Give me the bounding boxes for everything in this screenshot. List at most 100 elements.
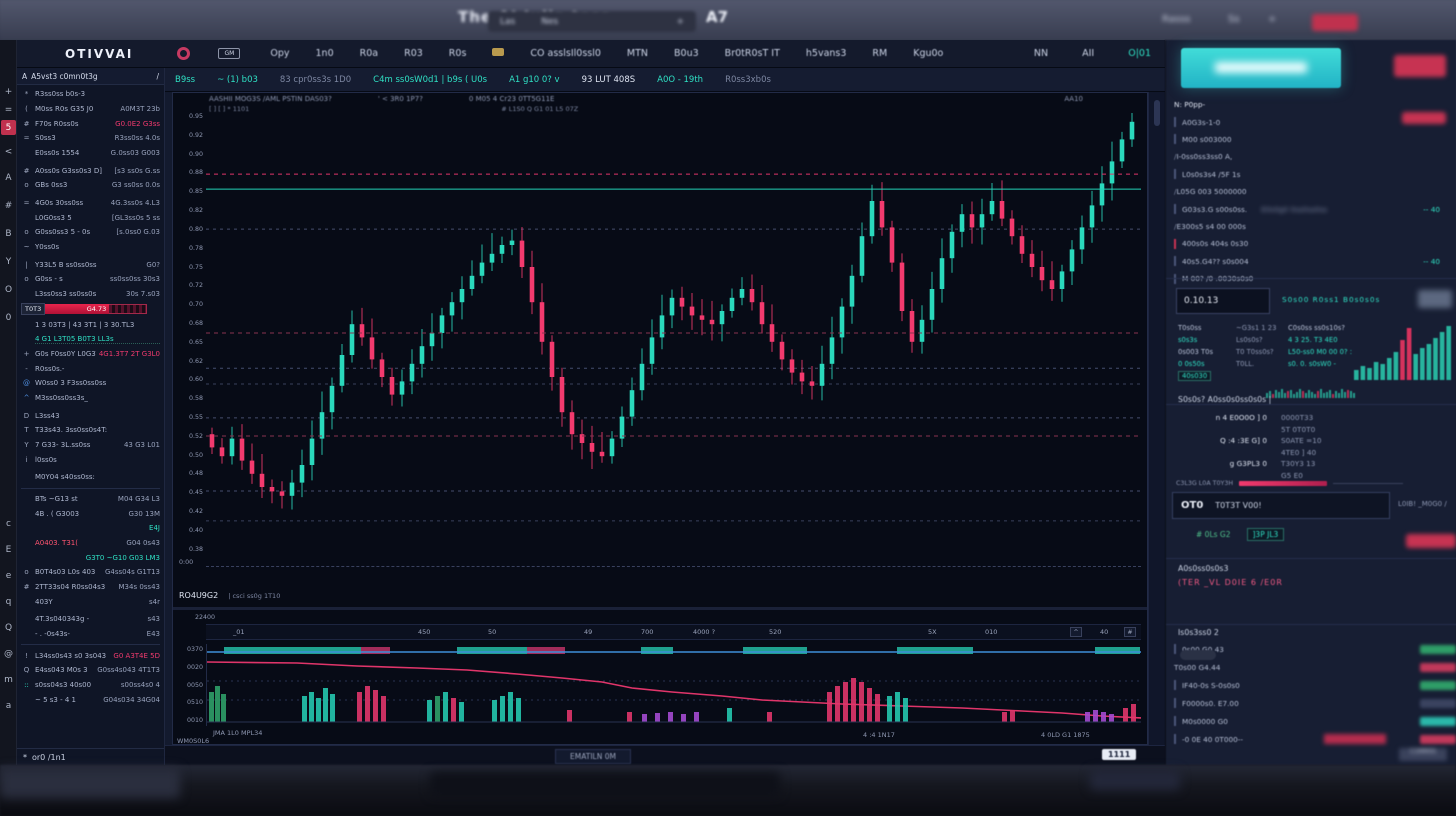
watchlist-row[interactable]: oG0ss - sss0ss0ss 30s3 (21, 273, 160, 286)
interval-row[interactable]: IF40-0s S-0s0s0 (1174, 676, 1450, 694)
watchlist-row[interactable]: oGBs 0ss3G3 ss0ss 0.0s (21, 179, 160, 192)
collapsed-pill[interactable] (1180, 650, 1216, 660)
watchlist-row[interactable]: -R0ss0s.- (21, 362, 160, 375)
interval-status-pill[interactable] (1420, 717, 1456, 726)
omnibox-item[interactable]: Nes (541, 17, 558, 27)
pitchfork-icon[interactable]: Y (1, 254, 16, 269)
browser-menu-item[interactable]: Ss (1228, 14, 1240, 25)
toolbar-menu-item[interactable]: MTN (627, 48, 648, 59)
panel-menu-item[interactable]: / E300s5 s4 00 000s (1174, 218, 1450, 235)
omnibox-item[interactable]: Las (500, 17, 515, 27)
watchlist-row[interactable]: M0Y04 s40ss0ss: (21, 471, 160, 484)
watchlist-row[interactable]: !L34ss0s43 s0 3s043G0 A3T4E 5D (21, 649, 160, 662)
primary-action-button[interactable] (1181, 48, 1341, 88)
toolbar-menu-item[interactable]: R0s (449, 48, 467, 59)
summary-box[interactable]: OT0 T0T3T V00! (1172, 492, 1390, 519)
browser-menu-item[interactable]: Rasss (1162, 14, 1191, 25)
female-icon[interactable]: Q (1, 620, 16, 635)
chart-toolbar-item[interactable]: B9ss (175, 75, 195, 85)
watchlist-row[interactable]: @W0ss0 3 F3ss0ss0ss (21, 377, 160, 390)
watchlist-row[interactable]: (M0ss R0s G35 J0A0M3T 23b (21, 103, 160, 116)
chart-toolbar-item[interactable]: 93 LUT 408S (582, 75, 636, 85)
collapse-pane-button[interactable]: ^ (1070, 627, 1082, 637)
watchlist-row[interactable]: G3T0 ~G10 G03 LM3 (21, 551, 160, 564)
chart-toolbar-item[interactable]: ~ (1) b03 (217, 75, 258, 85)
browser-omnibox[interactable]: Las Nes + (488, 11, 696, 32)
interval-status-pill[interactable] (1420, 681, 1456, 690)
back-icon[interactable]: < (1, 144, 16, 159)
interval-row[interactable]: -0 0E 40 0T000-- (1174, 730, 1450, 748)
panel-menu-item[interactable]: G03s3.G s00s0ss.E0s0g0 0ss0ss0ss-- 40 (1174, 200, 1450, 217)
toolbar-account-status[interactable]: O|01 (1128, 48, 1151, 59)
gender-icon[interactable]: q (1, 594, 16, 609)
layers-icon[interactable]: = (1, 102, 16, 117)
panel-menu-item[interactable]: L0s0s3s4 /5F 1s (1174, 166, 1450, 183)
card-chip-icon[interactable]: GM (218, 48, 240, 59)
time-axis[interactable]: _0145050497004000 ?5205X01040^# (206, 624, 1141, 640)
order-info-key[interactable]: 40s030 (1178, 371, 1211, 381)
watchlist-row[interactable]: TT33s43. 3ss0ss0s4T: (21, 424, 160, 437)
toolbar-menu-item[interactable]: R0a (360, 48, 378, 59)
toolbar-menu-item[interactable]: 1n0 (316, 48, 334, 59)
globe-icon[interactable]: @ (1, 646, 16, 661)
panel-menu-item[interactable]: / L05G 003 5000000 (1174, 183, 1450, 200)
gear-icon[interactable]: * (23, 753, 27, 762)
crosshair-icon[interactable]: + (1, 84, 16, 99)
pane-separator[interactable] (206, 566, 1141, 567)
target-icon[interactable]: 0 (1, 310, 16, 325)
grid-settings-button[interactable]: # (1124, 627, 1136, 637)
panel-menu-item[interactable]: 40s5.G4?? s0s004-- 40 (1174, 253, 1450, 270)
chart-toolbar-item[interactable]: 83 cpr0ss3s 1D0 (280, 75, 351, 85)
watchlist-row[interactable]: |Y33L5 B ss0ss0ssG0? (21, 258, 160, 271)
gold-icon[interactable] (492, 48, 504, 56)
toolbar-menu-item[interactable]: CO asslsIl0ssl0 (530, 48, 601, 59)
panel-menu-item[interactable]: / I-0ss0ss3ss0 A, (1174, 148, 1450, 165)
watchlist-row[interactable]: ::s0ss04s3 40s00s00ss4s0 4 (21, 679, 160, 692)
browser-plus-icon[interactable]: + (1268, 14, 1276, 25)
sell-badge[interactable] (1394, 55, 1446, 77)
watchlist-alert-row[interactable]: T0T3G4.73 (21, 302, 160, 316)
watchlist-row[interactable]: DL3ss43 (21, 409, 160, 422)
interval-row[interactable]: F0000s0. E7.00 (1174, 694, 1450, 712)
toolbar-menu-item[interactable]: Br0tR0sT IT (725, 48, 780, 59)
indicator-title[interactable]: RO4U9G2 (179, 591, 218, 600)
chart-mini-toolbar[interactable]: [ ] [ ] * 1101 (209, 105, 249, 113)
watchlist-row[interactable]: A0403. T31(G04 0s43 (21, 537, 160, 550)
edit-icon[interactable]: / (156, 72, 159, 81)
watchlist-row[interactable]: *R3ss0ss b0s-3 (21, 88, 160, 101)
order-tab-pill[interactable] (1418, 290, 1452, 308)
watchlist-row[interactable]: BTs ~G13 stM04 G34 L3 (21, 493, 160, 506)
watchlist-row[interactable]: =4G0s 30ss0ss4G.3ss0s 4.L3 (21, 197, 160, 210)
toolbar-menu-item[interactable]: B0u3 (674, 48, 699, 59)
watchlist-row[interactable]: 4 G1 L3T05 B0T3 LL3s (21, 333, 160, 346)
price-axis[interactable]: 0.950.920.900.880.850.820.800.780.750.72… (173, 113, 203, 553)
panel-menu-item[interactable]: A0G3s-1-0 (1174, 113, 1450, 130)
panel-menu-item[interactable]: 400s0s 404s 0s30 (1174, 235, 1450, 252)
app-logo[interactable]: OTIVVAI (65, 47, 133, 61)
watchlist-row[interactable]: Y7 G33- 3L.ss0ss43 G3 L01 (21, 439, 160, 452)
watchlist-row[interactable]: L0G0ss3 5[GL3ss0s 5 ss (21, 211, 160, 224)
watchlist-row[interactable]: ~ 5 s3 - 4 1G04s034 34G04 (21, 693, 160, 706)
watchlist-row[interactable]: #A0ss0s G3ss0s3 D][s3 ss0s G.ss (21, 164, 160, 177)
chart-toolbar-item[interactable]: A1 g10 0? v (509, 75, 560, 85)
toolbar-menu-item[interactable]: h5vans3 (806, 48, 847, 59)
watchlist-row[interactable]: 4B . ( G3003G30 13M (21, 507, 160, 520)
chart-toolbar-item[interactable]: A0O - 19th (657, 75, 703, 85)
interval-status-pill[interactable] (1420, 663, 1456, 672)
pattern-icon[interactable]: B (1, 226, 16, 241)
watchlist-row[interactable]: 1 3 03T3 | 43 3T1 | 3 30.TL3 (21, 318, 160, 331)
measure-icon[interactable]: m (1, 672, 16, 687)
watchlist-row[interactable]: E0ss0s 1554G.0ss03 G003 (21, 147, 160, 160)
panel-menu-item[interactable]: M00 s003000 (1174, 131, 1450, 148)
candlestick-chart[interactable] (206, 113, 1141, 553)
toolbar-right-item[interactable]: NN (1034, 48, 1048, 59)
euro-icon[interactable]: E (1, 542, 16, 557)
watchlist-row[interactable]: il0ss0s (21, 453, 160, 466)
interval-row[interactable]: T0s00 G4.44 (1174, 658, 1450, 676)
toolbar-menu-item[interactable]: Kgu0o (913, 48, 943, 59)
teal-chip[interactable]: ]3P JL3 (1247, 528, 1285, 541)
trendline-icon[interactable]: A (1, 170, 16, 185)
toolbar-menu-item[interactable]: R03 (404, 48, 423, 59)
watchlist-row[interactable]: QE4ss043 M0s 3G0ss4s043 4T1T3 (21, 664, 160, 677)
timezone-label[interactable]: 4 0LD G1 1875 (1041, 731, 1090, 739)
